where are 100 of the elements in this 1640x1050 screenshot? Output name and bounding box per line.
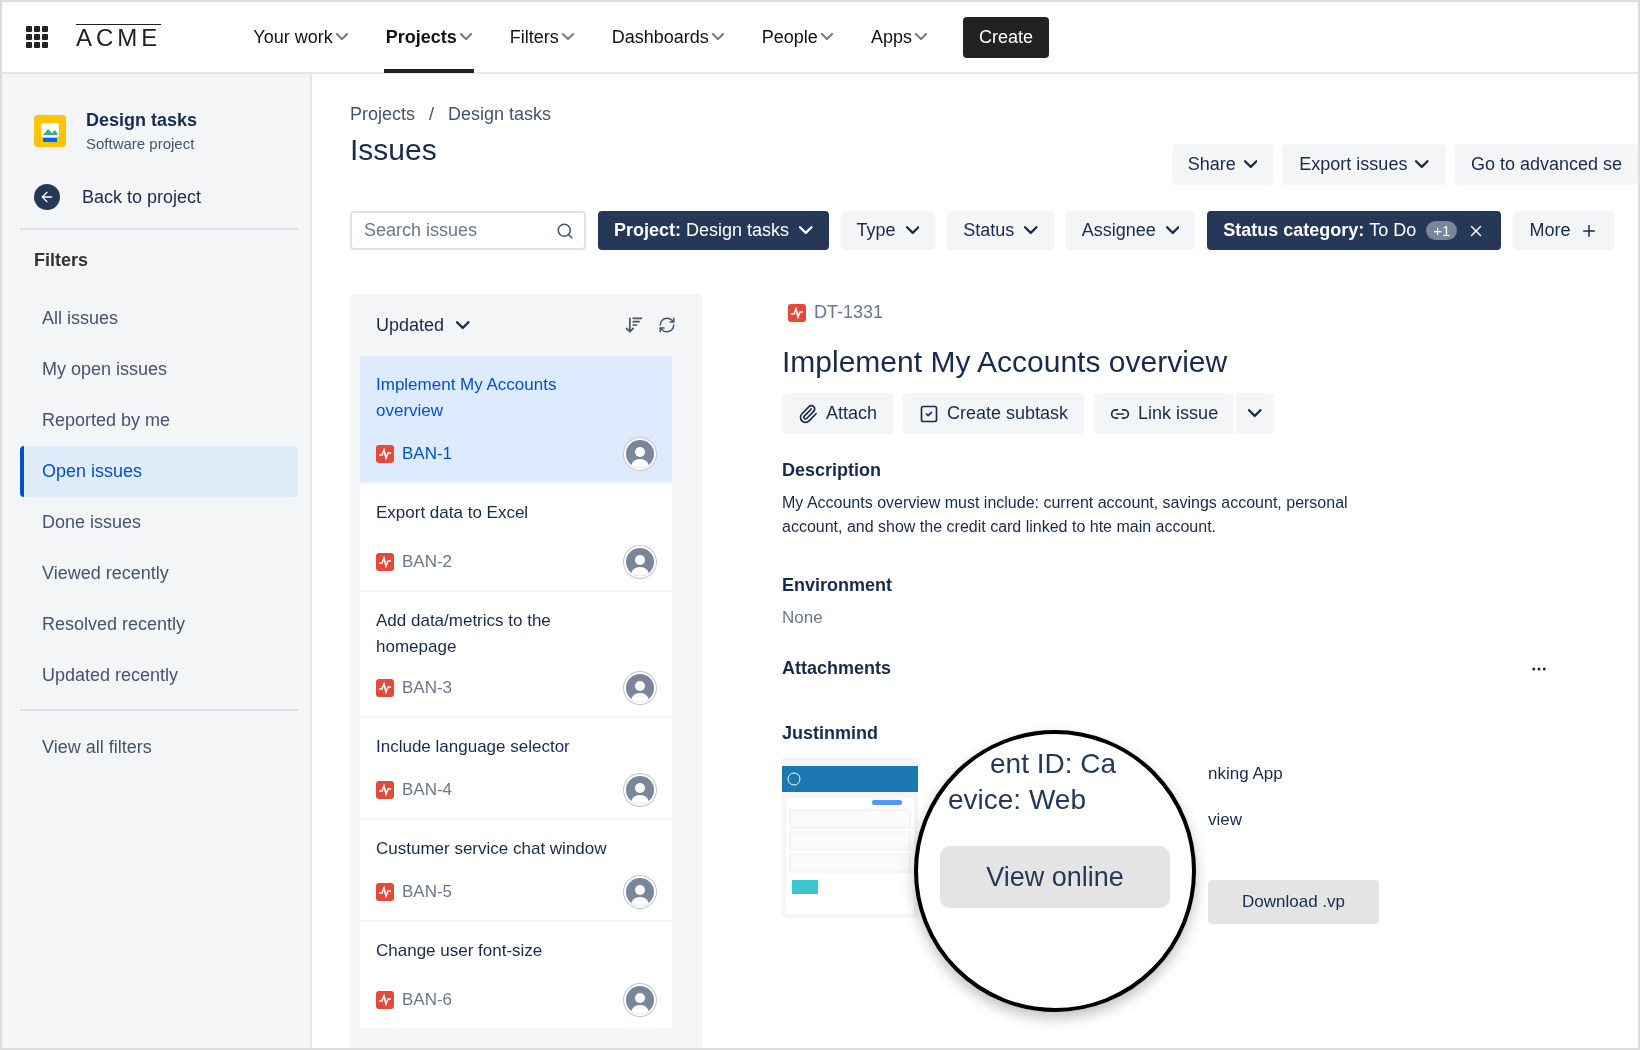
issue-title: Implement My Accounts overview (782, 345, 1229, 379)
chevron-down-icon (1248, 409, 1262, 418)
bug-type-icon (788, 303, 806, 322)
issue-title: Custumer service chat window (376, 838, 608, 860)
issue-key: DT-1331 (814, 302, 884, 323)
sort-dropdown[interactable]: Updated (376, 314, 610, 336)
section-heading: Description (782, 460, 883, 481)
chevron-down-icon (905, 226, 920, 235)
attachment-detail-text: nking App (1208, 764, 1284, 784)
issue-card[interactable]: Include language selector BAN-4 (360, 718, 672, 818)
sidebar-item[interactable]: Done issues (20, 497, 298, 548)
issue-card[interactable]: Implement My Accounts overview BAN-1 (360, 356, 672, 482)
filter-chip[interactable]: Status (947, 211, 1054, 250)
avatar-icon (624, 438, 656, 470)
description-text: My Accounts overview must include: current account, savings account, personal account, and show the credit card linked to hte main account. (782, 493, 1349, 537)
magnified-text: evice: Web (948, 784, 1086, 816)
header-action-button[interactable]: Export issues (1283, 144, 1445, 185)
bug-type-icon (376, 781, 394, 799)
issue-key: BAN-4 (402, 780, 616, 800)
issue-card[interactable]: Custumer service chat window BAN-5 (360, 820, 672, 920)
chevron-down-icon (335, 33, 348, 41)
issue-title: Implement My Accounts overview (376, 374, 558, 422)
filter-chip[interactable]: Assignee (1065, 211, 1196, 250)
header-action-button[interactable]: Go to advanced se (1454, 144, 1638, 185)
issue-title: Change user font-size (376, 940, 544, 962)
logo: ACME (76, 23, 162, 51)
nav-tab[interactable]: Your work (251, 2, 350, 73)
chevron-down-icon (799, 226, 813, 235)
avatar-icon (624, 876, 656, 908)
avatar-icon (624, 774, 656, 806)
breadcrumb-link[interactable]: Projects (350, 104, 416, 125)
avatar-icon (624, 984, 656, 1016)
count-badge: +1 (1426, 221, 1458, 240)
header-action-button[interactable]: Share (1171, 144, 1274, 185)
create-button[interactable]: Create (962, 16, 1049, 58)
section-heading: Environment (782, 575, 893, 596)
issue-key: BAN-2 (402, 552, 616, 572)
section-heading: Attachments (782, 658, 893, 679)
issue-action-button[interactable]: Link issue (1094, 393, 1235, 434)
sidebar-item[interactable]: Updated recently (20, 650, 298, 701)
paperclip-icon (798, 403, 818, 424)
nav-tab[interactable]: Projects (383, 2, 474, 73)
filter-chip[interactable]: Type (840, 211, 936, 250)
bug-type-icon (376, 445, 394, 463)
nav-tab[interactable]: Apps (868, 2, 929, 73)
sidebar-item[interactable]: Open issues (20, 446, 298, 497)
chevron-down-icon (456, 320, 470, 330)
chevron-down-icon (1165, 226, 1180, 235)
bug-type-icon (376, 991, 394, 1009)
chevron-down-icon (1243, 160, 1258, 169)
more-actions-button[interactable] (1236, 393, 1274, 434)
bug-type-icon (376, 883, 394, 901)
chevron-down-icon (820, 33, 833, 41)
project-name: Design tasks (86, 110, 198, 131)
nav-tab[interactable]: People (759, 2, 835, 73)
environment-value: None (782, 608, 824, 628)
bug-type-icon (376, 679, 394, 697)
checkbox-icon (919, 403, 940, 424)
view-online-button[interactable]: View online (940, 846, 1170, 908)
sidebar-item[interactable]: All issues (20, 293, 298, 344)
view-all-filters-link[interactable]: View all filters (20, 709, 298, 784)
issue-action-button[interactable]: Create subtask (903, 393, 1085, 434)
sidebar-item[interactable]: My open issues (20, 344, 298, 395)
bug-type-icon (376, 553, 394, 571)
filter-chip[interactable]: Status category: To Do +1 (1207, 211, 1502, 250)
issue-title: Export data to Excel (376, 502, 530, 524)
issue-key: BAN-1 (402, 444, 616, 464)
issue-key: BAN-3 (402, 678, 616, 698)
breadcrumb-link[interactable]: Design tasks (448, 104, 552, 125)
project-icon (34, 115, 66, 147)
chevron-down-icon (459, 33, 472, 41)
sidebar-item[interactable]: Reported by me (20, 395, 298, 446)
issue-key: BAN-5 (402, 882, 616, 902)
back-link[interactable]: Back to project (20, 184, 298, 230)
search-field[interactable]: Search issues (350, 211, 586, 250)
avatar-icon (624, 546, 656, 578)
issue-action-button[interactable]: Attach (782, 393, 894, 434)
search-icon (556, 221, 574, 240)
chevron-down-icon (711, 33, 724, 41)
sidebar-item[interactable]: Resolved recently (20, 599, 298, 650)
project-type: Software project (86, 135, 196, 152)
filter-chip[interactable]: Project: Design tasks (598, 211, 829, 250)
issue-card[interactable]: Change user font-size BAN-6 (360, 922, 672, 1028)
sort-order-icon[interactable] (624, 315, 644, 335)
chevron-down-icon (1024, 226, 1038, 235)
download-button[interactable]: Download .vp (1208, 880, 1379, 924)
breadcrumb-separator: / (429, 104, 435, 125)
issue-card[interactable]: Add data/metrics to the homepage BAN-3 (360, 592, 672, 716)
chevron-down-icon (561, 33, 574, 41)
sidebar-item[interactable]: Viewed recently (20, 548, 298, 599)
attachment-name: Justinmind (782, 723, 879, 744)
refresh-icon[interactable] (658, 316, 676, 334)
issue-key: BAN-6 (402, 990, 616, 1010)
nav-tab[interactable]: Dashboards (609, 2, 726, 73)
issue-title: Add data/metrics to the homepage (376, 610, 552, 658)
issue-card[interactable]: Export data to Excel BAN-2 (360, 484, 672, 590)
app-grid-icon[interactable] (26, 26, 48, 48)
nav-tab[interactable]: Filters (507, 2, 576, 73)
sidebar-heading: Filters (33, 249, 90, 272)
filter-chip[interactable]: More (1513, 211, 1615, 250)
